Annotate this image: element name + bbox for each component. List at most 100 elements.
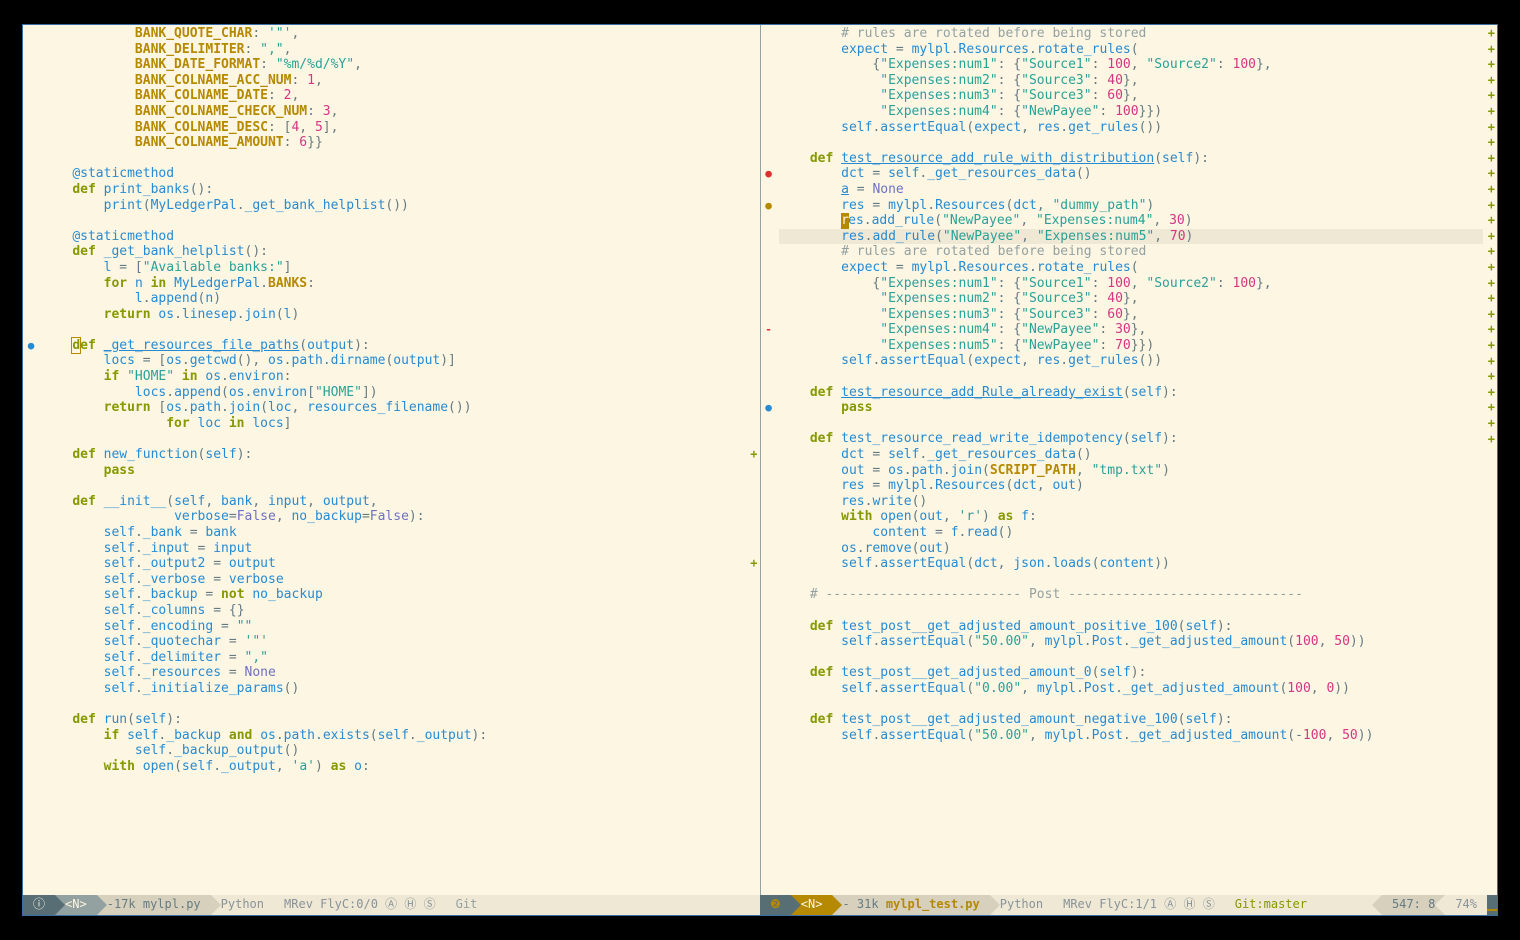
- code-line[interactable]: [779, 369, 1484, 385]
- modeline-left[interactable]: ⓘ <N> - 17k mylpl.py Python MRev FlyC:0/…: [23, 895, 760, 915]
- code-line[interactable]: self.assertEqual(dct, json.loads(content…: [779, 556, 1484, 572]
- code-line[interactable]: self.assertEqual(expect, res.get_rules()…: [779, 353, 1484, 369]
- code-line[interactable]: return [os.path.join(loc, resources_file…: [41, 400, 746, 416]
- code-line[interactable]: @staticmethod: [41, 166, 746, 182]
- code-line[interactable]: {"Expenses:num1": {"Source1": 100, "Sour…: [779, 276, 1484, 292]
- code-line[interactable]: self._backup = not no_backup: [41, 587, 746, 603]
- minimap-scrollbar[interactable]: [1487, 895, 1497, 915]
- code-line[interactable]: def run(self):: [41, 712, 746, 728]
- code-line[interactable]: self.assertEqual("50.00", mylpl.Post._ge…: [779, 728, 1484, 744]
- code-line[interactable]: l = ["Available banks:"]: [41, 260, 746, 276]
- code-line[interactable]: BANK_DATE_FORMAT: "%m/%d/%Y",: [41, 57, 746, 73]
- code-line[interactable]: dct = self._get_resources_data(): [779, 447, 1484, 463]
- code-line[interactable]: self._encoding = "": [41, 619, 746, 635]
- code-line[interactable]: pass: [779, 400, 1484, 416]
- code-line[interactable]: self.assertEqual(expect, res.get_rules()…: [779, 120, 1484, 136]
- code-line[interactable]: "Expenses:num4": {"NewPayee": 100}}): [779, 104, 1484, 120]
- code-line[interactable]: [41, 431, 746, 447]
- code-line[interactable]: with open(self._output, 'a') as o:: [41, 759, 746, 775]
- code-line[interactable]: content = f.read(): [779, 525, 1484, 541]
- code-line[interactable]: def test_resource_read_write_idempotency…: [779, 431, 1484, 447]
- code-line[interactable]: def test_post__get_adjusted_amount_posit…: [779, 619, 1484, 635]
- code-line[interactable]: res.write(): [779, 494, 1484, 510]
- code-line[interactable]: def _get_bank_helplist():: [41, 244, 746, 260]
- code-line[interactable]: BANK_COLNAME_DATE: 2,: [41, 88, 746, 104]
- code-line[interactable]: [41, 322, 746, 338]
- code-line[interactable]: [779, 572, 1484, 588]
- code-line[interactable]: return os.linesep.join(l): [41, 307, 746, 323]
- code-line[interactable]: BANK_COLNAME_CHECK_NUM: 3,: [41, 104, 746, 120]
- code-line[interactable]: def print_banks():: [41, 182, 746, 198]
- code-line[interactable]: self._resources = None: [41, 665, 746, 681]
- code-line[interactable]: print(MyLedgerPal._get_bank_helplist()): [41, 198, 746, 214]
- code-line[interactable]: def test_resource_add_rule_with_distribu…: [779, 151, 1484, 167]
- code-line[interactable]: "Expenses:num3": {"Source3": 60},: [779, 307, 1484, 323]
- code-line[interactable]: [779, 603, 1484, 619]
- modeline-right[interactable]: ❷ <N> - 31k mylpl_test.py Python MRev Fl…: [760, 895, 1497, 915]
- code-line[interactable]: locs.append(os.environ["HOME"]): [41, 385, 746, 401]
- code-line[interactable]: expect = mylpl.Resources.rotate_rules(: [779, 42, 1484, 58]
- code-line[interactable]: [41, 697, 746, 713]
- code-line[interactable]: [41, 151, 746, 167]
- code-line[interactable]: def __init__(self, bank, input, output,: [41, 494, 746, 510]
- code-line[interactable]: verbose=False, no_backup=False):: [41, 509, 746, 525]
- code-line[interactable]: def test_post__get_adjusted_amount_negat…: [779, 712, 1484, 728]
- code-line[interactable]: [779, 416, 1484, 432]
- code-line[interactable]: [41, 213, 746, 229]
- code-line[interactable]: dct = self._get_resources_data(): [779, 166, 1484, 182]
- code-line[interactable]: # rules are rotated before being stored: [779, 244, 1484, 260]
- code-line[interactable]: res = mylpl.Resources(dct, out): [779, 478, 1484, 494]
- code-line[interactable]: @staticmethod: [41, 229, 746, 245]
- code-line[interactable]: self._output2 = output: [41, 556, 746, 572]
- code-line[interactable]: if "HOME" in os.environ:: [41, 369, 746, 385]
- code-line[interactable]: [41, 478, 746, 494]
- code-line[interactable]: out = os.path.join(SCRIPT_PATH, "tmp.txt…: [779, 463, 1484, 479]
- code-line[interactable]: for n in MyLedgerPal.BANKS:: [41, 276, 746, 292]
- code-line[interactable]: "Expenses:num3": {"Source3": 60},: [779, 88, 1484, 104]
- code-line[interactable]: BANK_QUOTE_CHAR: '"',: [41, 26, 746, 42]
- code-line[interactable]: self._verbose = verbose: [41, 572, 746, 588]
- code-line[interactable]: self._columns = {}: [41, 603, 746, 619]
- code-line[interactable]: if self._backup and os.path.exists(self.…: [41, 728, 746, 744]
- code-line[interactable]: os.remove(out): [779, 541, 1484, 557]
- code-line[interactable]: l.append(n): [41, 291, 746, 307]
- code-line[interactable]: "Expenses:num2": {"Source3": 40},: [779, 291, 1484, 307]
- code-line[interactable]: with open(out, 'r') as f:: [779, 509, 1484, 525]
- code-line[interactable]: self.assertEqual("50.00", mylpl.Post._ge…: [779, 634, 1484, 650]
- left-code-area[interactable]: BANK_QUOTE_CHAR: '"', BANK_DELIMITER: ",…: [41, 25, 746, 895]
- right-pane[interactable]: ●●-● # rules are rotated before being st…: [761, 25, 1498, 895]
- code-line[interactable]: for loc in locs]: [41, 416, 746, 432]
- code-line[interactable]: "Expenses:num5": {"NewPayee": 70}}): [779, 338, 1484, 354]
- code-line[interactable]: BANK_DELIMITER: ",",: [41, 42, 746, 58]
- code-line[interactable]: self._initialize_params(): [41, 681, 746, 697]
- code-line[interactable]: self._delimiter = ",": [41, 650, 746, 666]
- code-line[interactable]: pass: [41, 463, 746, 479]
- code-line[interactable]: locs = [os.getcwd(), os.path.dirname(out…: [41, 353, 746, 369]
- code-line[interactable]: BANK_COLNAME_AMOUNT: 6}}: [41, 135, 746, 151]
- code-line[interactable]: def new_function(self):: [41, 447, 746, 463]
- code-line[interactable]: res.add_rule("NewPayee", "Expenses:num4"…: [779, 213, 1484, 229]
- code-line[interactable]: def test_post__get_adjusted_amount_0(sel…: [779, 665, 1484, 681]
- code-line[interactable]: "Expenses:num2": {"Source3": 40},: [779, 73, 1484, 89]
- code-line[interactable]: [779, 135, 1484, 151]
- code-line[interactable]: self._backup_output(): [41, 743, 746, 759]
- code-line[interactable]: self._input = input: [41, 541, 746, 557]
- code-line[interactable]: # rules are rotated before being stored: [779, 26, 1484, 42]
- code-line[interactable]: res = mylpl.Resources(dct, "dummy_path"): [779, 198, 1484, 214]
- code-line[interactable]: BANK_COLNAME_ACC_NUM: 1,: [41, 73, 746, 89]
- code-line[interactable]: [779, 650, 1484, 666]
- code-line[interactable]: a = None: [779, 182, 1484, 198]
- code-line[interactable]: def _get_resources_file_paths(output):: [41, 338, 746, 354]
- code-line[interactable]: self._bank = bank: [41, 525, 746, 541]
- code-line[interactable]: {"Expenses:num1": {"Source1": 100, "Sour…: [779, 57, 1484, 73]
- code-line[interactable]: def test_resource_add_Rule_already_exist…: [779, 385, 1484, 401]
- right-code-area[interactable]: # rules are rotated before being stored …: [779, 25, 1484, 895]
- code-line[interactable]: # ------------------------- Post -------…: [779, 587, 1484, 603]
- left-pane[interactable]: ● BANK_QUOTE_CHAR: '"', BANK_DELIMITER: …: [23, 25, 761, 895]
- code-line[interactable]: self.assertEqual("0.00", mylpl.Post._get…: [779, 681, 1484, 697]
- code-line[interactable]: BANK_COLNAME_DESC: [4, 5],: [41, 120, 746, 136]
- code-line[interactable]: expect = mylpl.Resources.rotate_rules(: [779, 260, 1484, 276]
- code-line[interactable]: "Expenses:num4": {"NewPayee": 30},: [779, 322, 1484, 338]
- code-line[interactable]: [779, 697, 1484, 713]
- code-line[interactable]: self._quotechar = '"': [41, 634, 746, 650]
